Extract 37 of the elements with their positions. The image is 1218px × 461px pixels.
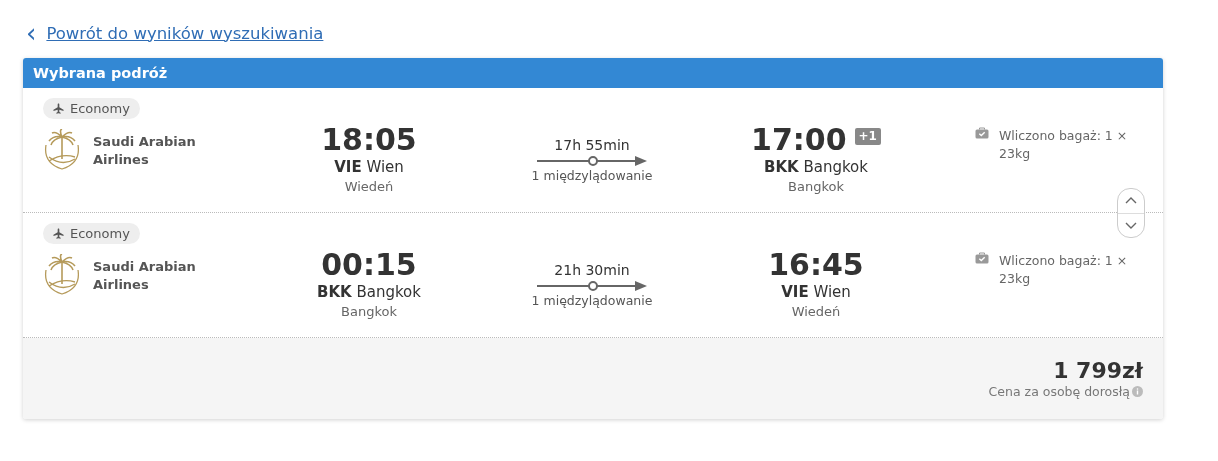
airline-name: Saudi Arabian Airlines xyxy=(93,258,197,294)
arrival-time: 17:00 xyxy=(751,123,847,157)
arrival-airport: BKK Bangkok xyxy=(764,157,868,177)
arrival-airport: VIE Wien xyxy=(781,282,851,302)
route-arrow-icon xyxy=(537,280,647,292)
day-offset-badge: +1 xyxy=(854,127,881,145)
departure-airport: BKK Bangkok xyxy=(317,282,421,302)
plane-icon xyxy=(53,228,64,239)
stops-count: 1 międzylądowanie xyxy=(531,292,653,310)
info-icon[interactable] xyxy=(1132,386,1143,397)
baggage-check-icon xyxy=(975,252,989,264)
departure-city: Bangkok xyxy=(341,303,397,321)
cabin-class-label: Economy xyxy=(70,101,130,116)
arrival-city: Bangkok xyxy=(788,178,844,196)
departure-city: Wiedeń xyxy=(344,178,394,196)
flight-duration: 21h 30min xyxy=(554,261,630,280)
departure-time: 18:05 xyxy=(321,123,417,157)
route-arrow-icon xyxy=(537,155,647,167)
card-header: Wybrana podróż xyxy=(23,58,1163,88)
plane-icon xyxy=(53,103,64,114)
chevron-down-icon xyxy=(1125,221,1137,229)
price: 1 799zł xyxy=(1053,358,1143,384)
arrival-city: Wiedeń xyxy=(791,303,841,321)
airline-name: Saudi Arabian Airlines xyxy=(93,133,197,169)
baggage-check-icon xyxy=(975,127,989,139)
baggage-info: Wliczono bagaż: 1 × 23kg xyxy=(999,127,1129,163)
flight-duration: 17h 55min xyxy=(554,136,630,155)
stops-count: 1 międzylądowanie xyxy=(531,167,653,185)
departure-airport: VIE Wien xyxy=(334,157,404,177)
baggage-info: Wliczono bagaż: 1 × 23kg xyxy=(999,252,1129,288)
chevron-up-icon xyxy=(1125,197,1137,205)
cabin-class-label: Economy xyxy=(70,226,130,241)
arrival-time: 16:45 xyxy=(768,248,864,282)
back-chevron-icon[interactable]: ‹ xyxy=(26,23,37,43)
departure-time: 00:15 xyxy=(321,248,417,282)
price-note: Cena za osobę dorosłą xyxy=(988,384,1130,399)
back-to-results-link[interactable]: Powrót do wyników wyszukiwania xyxy=(46,23,324,43)
